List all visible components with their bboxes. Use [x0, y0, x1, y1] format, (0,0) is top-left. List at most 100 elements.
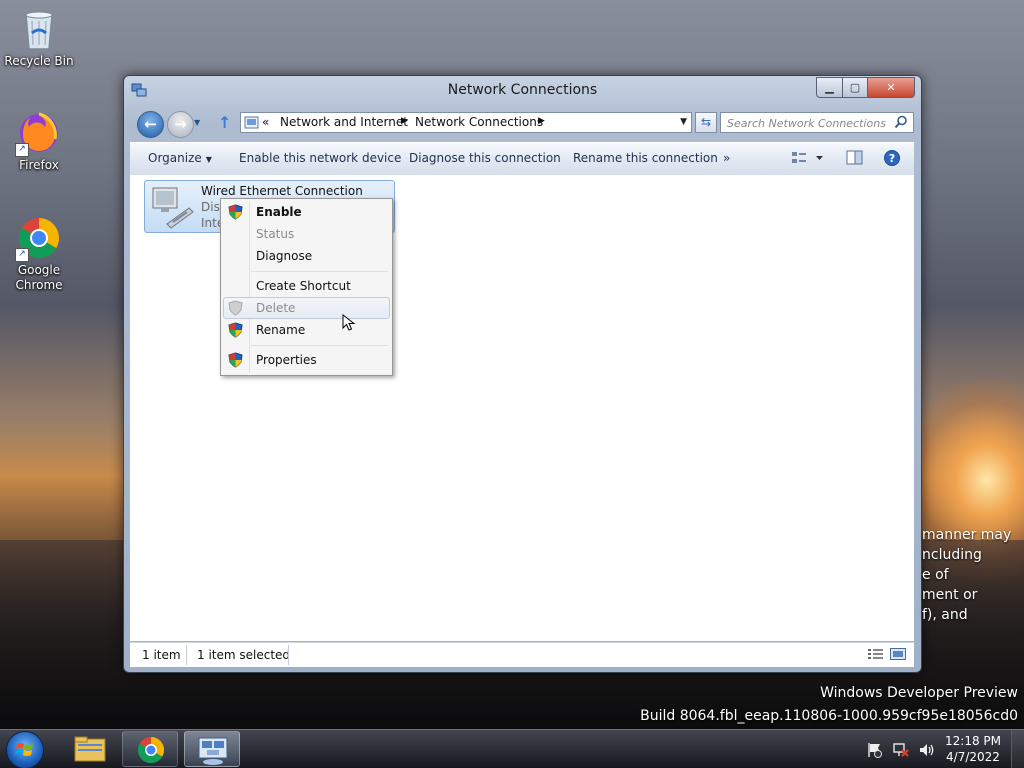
menu-item-label: Delete: [256, 301, 296, 315]
diagnose-connection-button[interactable]: Diagnose this connection: [409, 151, 561, 165]
help-button[interactable]: ?: [883, 149, 901, 170]
desktop-icon-label: Google Chrome: [15, 263, 63, 292]
menu-separator: [251, 345, 388, 346]
search-icon[interactable]: [894, 115, 908, 129]
clock-date: 4/7/2022: [946, 750, 1000, 764]
network-folder-icon: [244, 116, 259, 129]
menu-item-status[interactable]: Status: [223, 223, 390, 245]
shortcut-arrow-icon: ↗: [15, 248, 29, 262]
selected-count: 1 item selected: [197, 648, 291, 662]
menu-item-rename[interactable]: Rename: [223, 319, 390, 341]
action-center-flag-icon[interactable]: [866, 741, 884, 759]
chevron-down-icon: ▼: [205, 155, 212, 164]
details-view-icon[interactable]: [868, 648, 884, 660]
menu-item-label: Create Shortcut: [256, 279, 351, 293]
more-commands-button[interactable]: »: [723, 151, 730, 165]
eula-line: ncluding: [922, 547, 982, 563]
network-connections-icon: [198, 737, 228, 765]
context-menu: Enable Status Diagnose Create Shortcut D…: [220, 198, 393, 376]
explorer-folder-icon: [74, 736, 106, 762]
breadcrumb-overflow[interactable]: «: [262, 115, 269, 129]
refresh-icon: ⇆: [700, 115, 712, 129]
desktop-icon-firefox[interactable]: ↗ Firefox: [1, 111, 77, 173]
view-toggles: [868, 648, 906, 660]
menu-item-label: Properties: [256, 353, 317, 367]
search-input[interactable]: [725, 114, 899, 132]
menu-item-label: Enable: [256, 205, 302, 219]
windows-logo-icon: [15, 743, 33, 756]
back-arrow-icon: ←: [144, 115, 157, 133]
organize-label: Organize: [148, 151, 202, 165]
breadcrumb-separator-icon[interactable]: ▶: [401, 116, 408, 126]
menu-item-enable[interactable]: Enable: [223, 201, 390, 223]
menu-item-label: Diagnose: [256, 249, 313, 263]
close-button[interactable]: ✕: [868, 77, 915, 98]
eula-line: ment or: [922, 587, 978, 603]
firefox-icon: ↗: [15, 111, 61, 157]
menu-item-delete[interactable]: Delete: [223, 297, 390, 319]
eula-line: manner may: [922, 527, 1012, 543]
desktop-icon-recycle-bin[interactable]: Recycle Bin: [1, 7, 77, 69]
item-count: 1 item: [142, 648, 181, 662]
address-bar[interactable]: « Network and Internet ▶ Network Connect…: [240, 112, 692, 133]
refresh-button[interactable]: ⇆: [695, 112, 717, 133]
minimize-button[interactable]: ▁: [816, 77, 843, 98]
build-watermark-title: Windows Developer Preview: [820, 685, 1018, 701]
menu-item-diagnose[interactable]: Diagnose: [223, 245, 390, 267]
up-level-icon[interactable]: ↑: [218, 113, 231, 132]
uac-shield-icon: [228, 322, 243, 338]
preview-pane-icon: [846, 150, 863, 165]
taskbar-explorer-button[interactable]: [62, 731, 118, 767]
taskbar-network-connections-button[interactable]: [184, 731, 240, 767]
menu-item-label: Status: [256, 227, 295, 241]
volume-icon[interactable]: [918, 741, 936, 759]
search-box[interactable]: [720, 112, 914, 133]
menu-item-properties[interactable]: Properties: [223, 349, 390, 371]
recent-locations-chevron-icon[interactable]: ▼: [194, 118, 200, 127]
chrome-icon: ↗: [15, 216, 61, 262]
organize-button[interactable]: Organize ▼: [148, 151, 212, 165]
command-bar: Organize ▼ Enable this network device Dia…: [130, 142, 914, 176]
mouse-cursor-icon: [342, 314, 356, 331]
window-title: Network Connections: [447, 82, 598, 98]
close-icon: ✕: [886, 81, 896, 94]
change-view-button[interactable]: [791, 150, 825, 169]
chrome-icon: [137, 736, 165, 764]
show-desktop-button[interactable]: [1011, 730, 1024, 768]
menu-item-create-shortcut[interactable]: Create Shortcut: [223, 275, 390, 297]
title-bar[interactable]: Network Connections ▁ ▢ ✕: [124, 76, 921, 106]
navigation-bar: ← → ▼ ↑ « Network and Internet ▶ Network…: [134, 110, 914, 138]
breadcrumb-network-and-internet[interactable]: Network and Internet: [280, 115, 408, 129]
connection-name: Wired Ethernet Connection: [201, 184, 363, 198]
back-button[interactable]: ←: [137, 111, 164, 138]
shortcut-arrow-icon: ↗: [15, 143, 29, 157]
maximize-button[interactable]: ▢: [843, 77, 868, 98]
breadcrumb-separator-icon[interactable]: ▶: [538, 116, 545, 126]
uac-shield-icon: [228, 352, 243, 368]
preview-pane-button[interactable]: [846, 150, 864, 169]
uac-shield-disabled-icon: [228, 300, 243, 316]
eula-line: f), and: [922, 607, 968, 623]
help-icon: ?: [884, 150, 900, 166]
large-icons-view-icon[interactable]: [890, 648, 906, 660]
address-dropdown-icon[interactable]: ▼: [680, 117, 687, 127]
desktop-icon-label: Firefox: [19, 158, 59, 172]
desktop-icon-label: Recycle Bin: [4, 54, 74, 68]
clock-time: 12:18 PM: [945, 734, 1001, 748]
eula-text: manner may ncluding e of ment or f), and: [922, 525, 1011, 625]
menu-item-label: Rename: [256, 323, 306, 337]
enable-device-button[interactable]: Enable this network device: [239, 151, 401, 165]
forward-arrow-icon: →: [174, 115, 187, 133]
menu-separator: [251, 271, 388, 272]
forward-button[interactable]: →: [167, 111, 194, 138]
breadcrumb-network-connections[interactable]: Network Connections: [415, 115, 543, 129]
start-button[interactable]: [6, 731, 44, 768]
caption-buttons: ▁ ▢ ✕: [816, 77, 915, 98]
system-clock[interactable]: 12:18 PM 4/7/2022: [942, 733, 1004, 765]
rename-connection-button[interactable]: Rename this connection: [573, 151, 718, 165]
build-watermark-number: Build 8064.fbl_eeap.110806-1000.959cf95e…: [640, 708, 1018, 724]
ethernet-adapter-icon: [152, 187, 194, 229]
taskbar-chrome-button[interactable]: [122, 731, 178, 767]
desktop-icon-chrome[interactable]: ↗ Google Chrome: [1, 216, 77, 293]
network-disconnected-icon[interactable]: [892, 741, 910, 759]
